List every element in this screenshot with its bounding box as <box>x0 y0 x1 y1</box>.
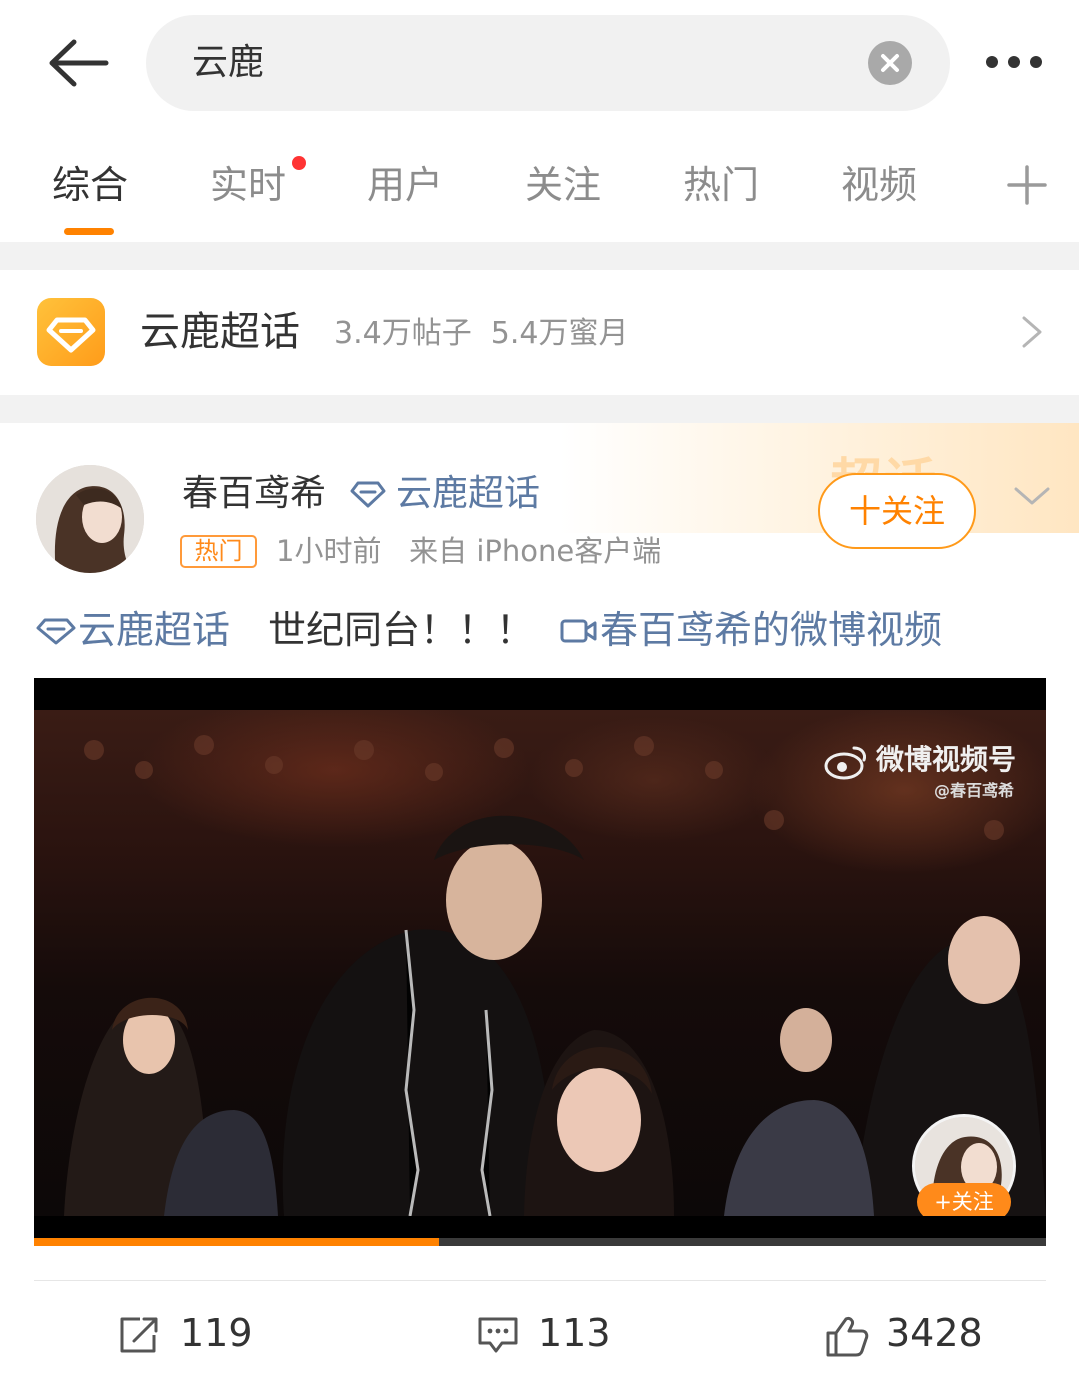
weibo-logo-icon <box>824 746 866 780</box>
video-progress-fill <box>34 1238 439 1246</box>
author-supertopic-link[interactable]: 云鹿超话 <box>350 471 540 517</box>
back-button[interactable] <box>40 28 120 98</box>
video-progress-bar[interactable] <box>34 1238 1046 1246</box>
video-watermark-handle: @春百鸢希 <box>934 781 1015 800</box>
video-watermark-title: 微博视频号 <box>876 743 1017 776</box>
more-options-button[interactable] <box>976 42 1056 82</box>
content-supertopic-label: 云鹿超话 <box>78 608 231 652</box>
mini-follow-button[interactable]: +关注 <box>917 1183 1011 1216</box>
search-input[interactable]: 云鹿 <box>146 15 950 111</box>
more-dots-icon <box>1008 56 1020 68</box>
thumbs-up-icon <box>826 1317 869 1357</box>
diamond-icon <box>350 481 386 508</box>
search-tabs: 综合 实时 用户 关注 热门 视频 <box>0 140 1079 240</box>
section-divider <box>0 242 1079 270</box>
clear-search-button[interactable] <box>868 41 912 85</box>
supertopic-diamond-icon <box>37 298 105 366</box>
tab-video[interactable]: 视频 <box>841 160 917 210</box>
post-text: 世纪同台！！！ <box>268 608 535 652</box>
plus-icon <box>1007 165 1047 205</box>
chevron-right-icon <box>1022 316 1042 348</box>
repost-count: 119 <box>180 1311 253 1355</box>
new-dot-badge <box>292 156 306 170</box>
author-supertopic-label: 云鹿超话 <box>396 473 541 514</box>
post-content: 云鹿超话 世纪同台！！！ 春百鸢希的微博视频 <box>36 603 1056 657</box>
video-link-label: 春百鸢希的微博视频 <box>600 608 943 652</box>
search-query: 云鹿 <box>192 42 265 83</box>
tab-hot[interactable]: 热门 <box>683 160 759 210</box>
avatar-photo <box>36 465 144 573</box>
video-frame: 微博视频号 @春百鸢希 +关注 <box>34 710 1046 1216</box>
weibo-post: 超话 春百鸢希 云鹿超话 热门 1小时前 来自 iPhone客户端 十关注 云鹿… <box>0 423 1079 1383</box>
post-divider <box>34 1280 1046 1281</box>
more-dots-icon <box>1030 56 1042 68</box>
comment-count: 113 <box>538 1311 611 1355</box>
avatar[interactable] <box>36 465 144 573</box>
video-player[interactable]: 微博视频号 @春百鸢希 +关注 <box>34 678 1046 1246</box>
section-divider <box>0 395 1079 423</box>
arrow-left-icon <box>49 39 109 87</box>
like-count: 3428 <box>886 1311 983 1355</box>
more-dots-icon <box>986 56 998 68</box>
video-camera-icon <box>560 619 597 643</box>
video-link[interactable]: 春百鸢希的微博视频 <box>560 603 942 657</box>
active-tab-indicator <box>64 228 114 235</box>
post-action-bar: 119 113 3428 <box>0 1293 1079 1373</box>
chevron-down-icon[interactable] <box>1012 483 1052 509</box>
add-tab-button[interactable] <box>1006 164 1048 206</box>
content-supertopic-link[interactable]: 云鹿超话 <box>36 603 230 657</box>
supertopic-name: 云鹿超话 <box>140 309 300 355</box>
post-meta: 1小时前 来自 iPhone客户端 <box>276 534 662 568</box>
tab-following[interactable]: 关注 <box>525 160 601 210</box>
video-scene <box>64 735 1046 1216</box>
author-name[interactable]: 春百鸢希 <box>182 471 326 517</box>
search-header: 云鹿 <box>0 0 1079 128</box>
follow-button[interactable]: 十关注 <box>818 473 976 549</box>
tab-users[interactable]: 用户 <box>367 160 443 210</box>
close-icon <box>881 54 899 72</box>
tab-realtime[interactable]: 实时 <box>210 160 286 210</box>
tab-comprehensive[interactable]: 综合 <box>52 160 128 210</box>
diamond-icon <box>36 618 76 645</box>
supertopic-card[interactable]: 云鹿超话 3.4万帖子 5.4万蜜月 <box>0 270 1079 395</box>
repost-icon <box>120 1317 158 1353</box>
supertopic-stats: 3.4万帖子 5.4万蜜月 <box>334 316 629 351</box>
hot-badge: 热门 <box>180 535 257 568</box>
comment-icon <box>478 1317 518 1353</box>
